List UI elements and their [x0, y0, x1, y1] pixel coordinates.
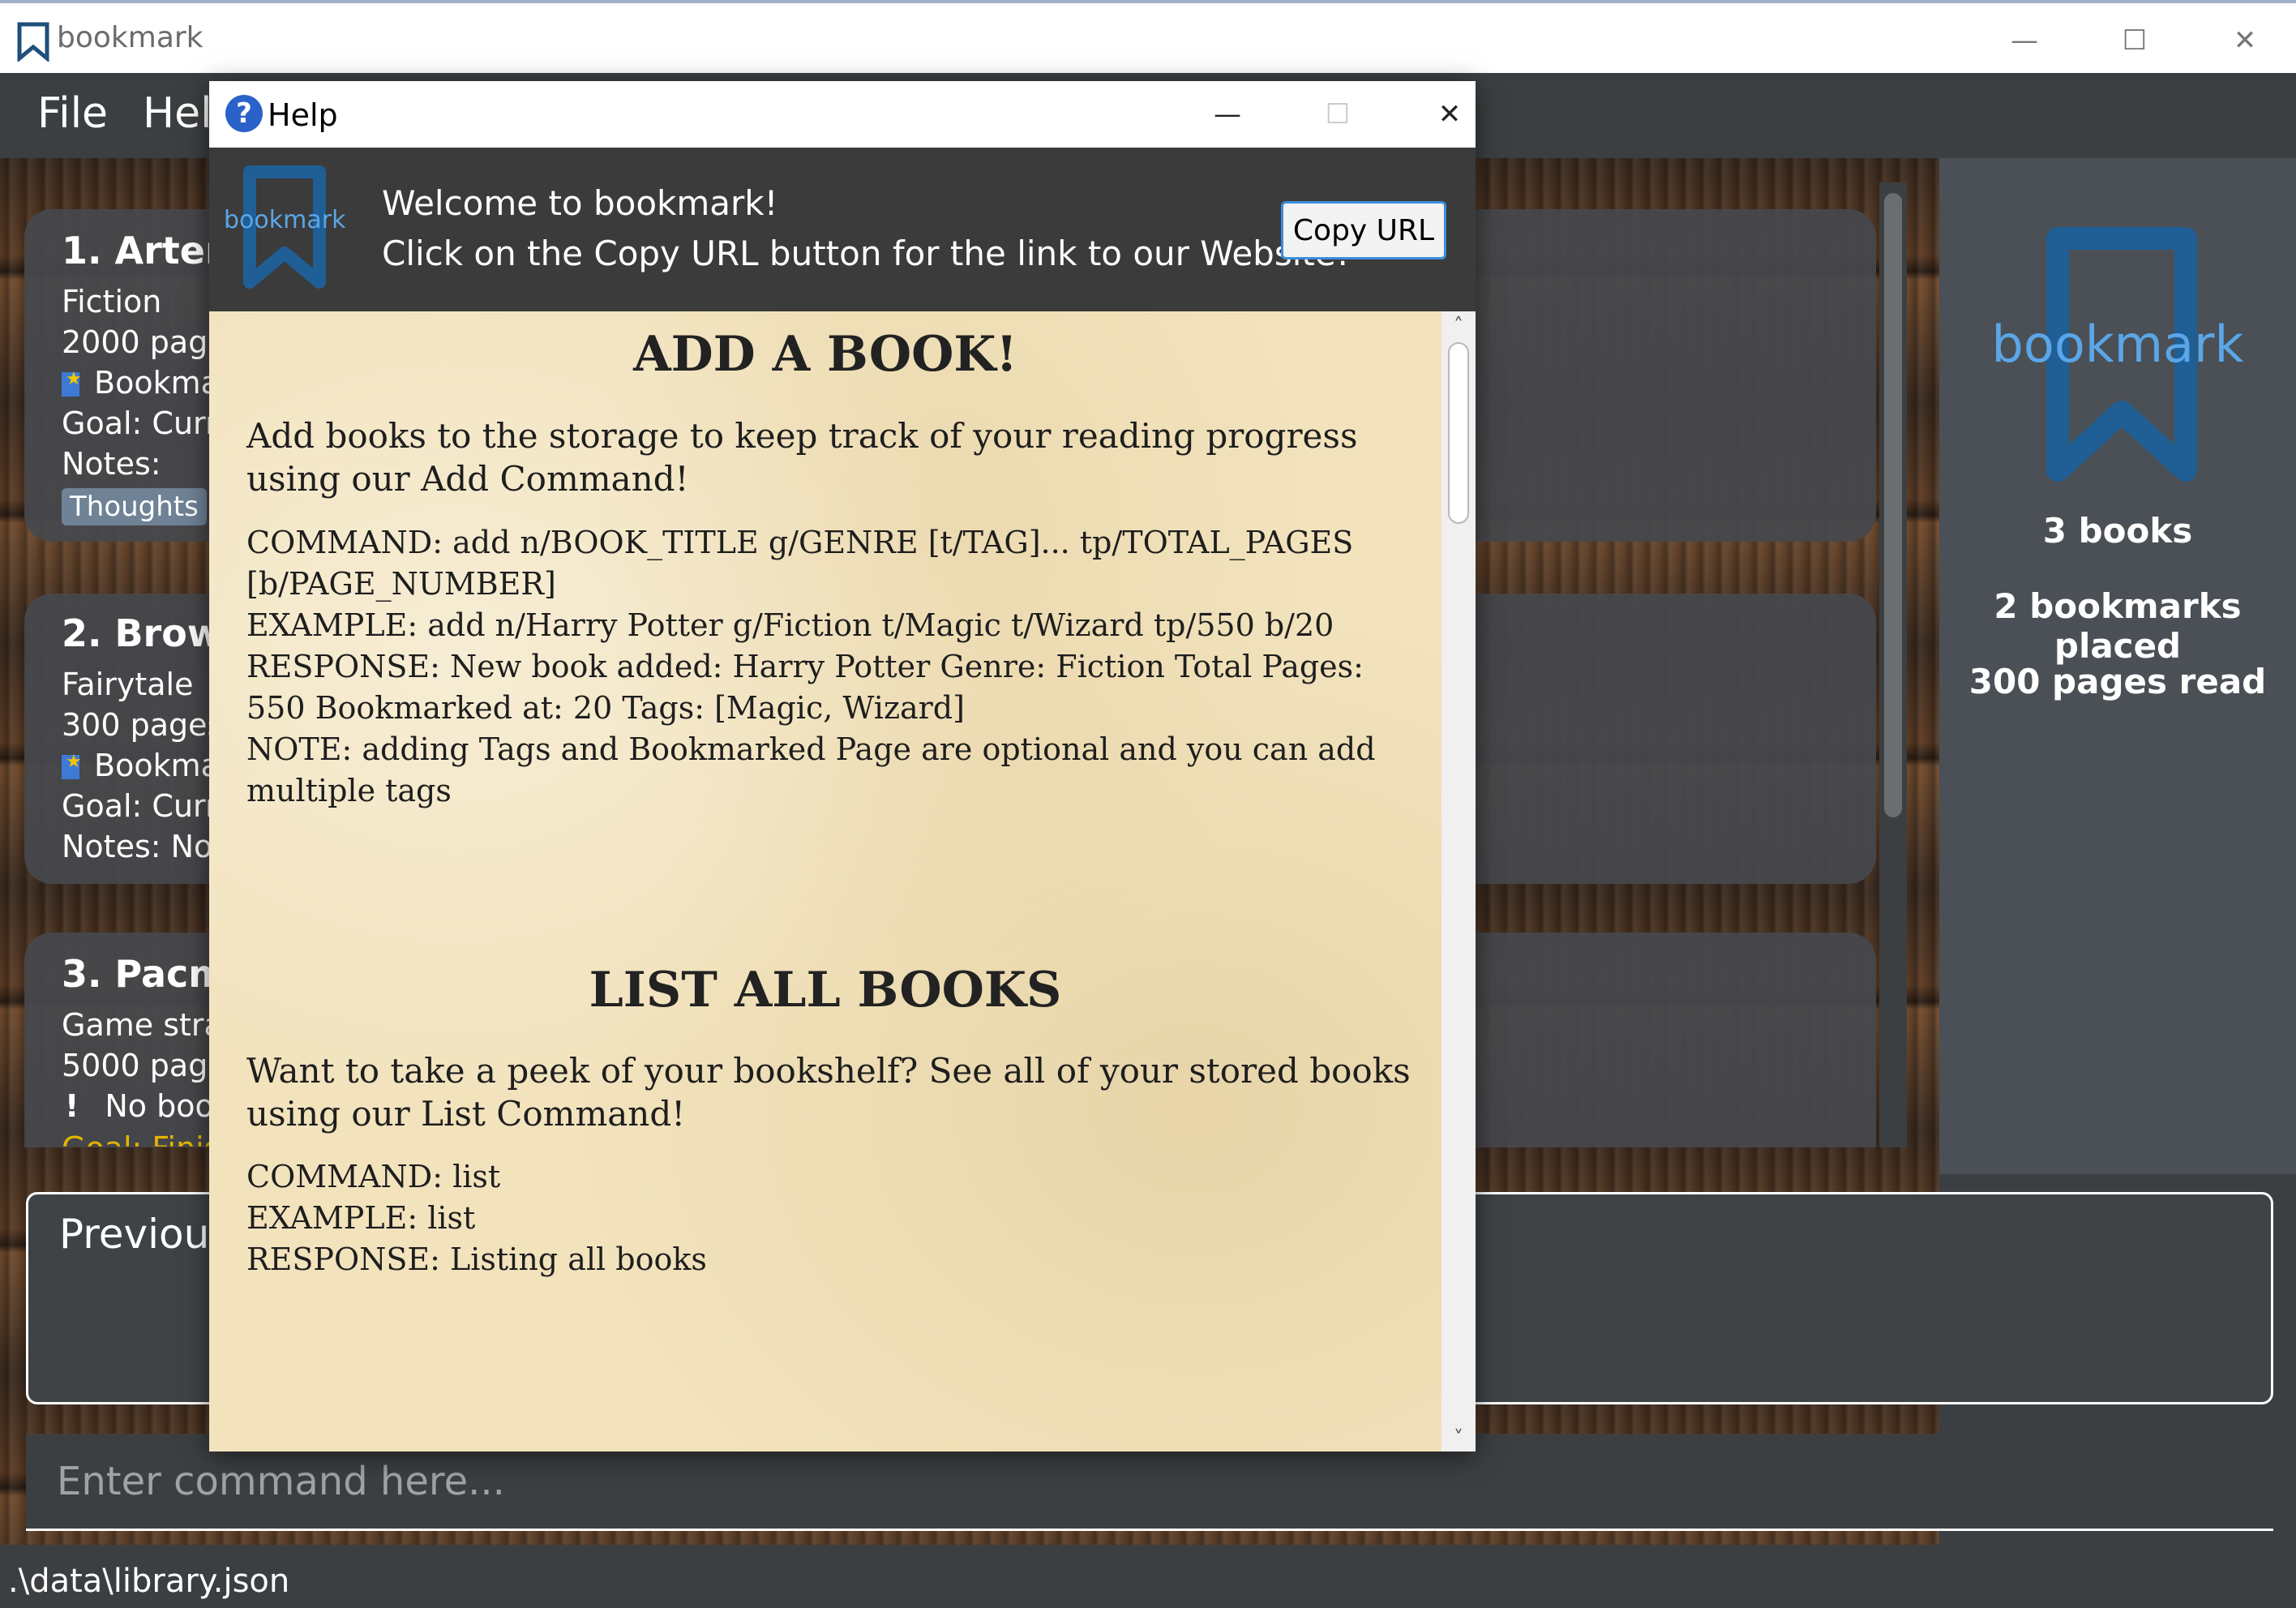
help-titlebar: ? Help — ☐ ✕ — [209, 81, 1476, 148]
bookmark-app-icon — [17, 22, 49, 62]
copy-url-button[interactable]: Copy URL — [1281, 201, 1446, 259]
book-tag: Thoughts — [62, 488, 207, 525]
help-minimize-button[interactable]: — — [1195, 92, 1260, 136]
stats-brand-text: bookmark — [1991, 315, 2244, 374]
help-window: ? Help — ☐ ✕ bookmark Welcome to bookmar… — [209, 81, 1476, 1451]
status-bar: .\data\library.json — [0, 1545, 2296, 1608]
book-genre: Fiction — [62, 284, 162, 319]
help-question-icon: ? — [225, 95, 263, 132]
window-maximize-button[interactable]: ☐ — [2098, 18, 2171, 63]
section-description: Want to take a peek of your bookshelf? S… — [246, 1051, 1411, 1134]
scroll-down-arrow-icon[interactable]: ˅ — [1441, 1424, 1476, 1451]
window-title: bookmark — [57, 21, 203, 54]
book-list-scroll-thumb[interactable] — [1884, 193, 1902, 817]
help-window-title: Help — [268, 97, 338, 133]
stat-bookmarks-placed: 2 bookmarks placed — [1994, 586, 2242, 666]
menu-file[interactable]: File — [37, 89, 108, 138]
result-text: Previous — [59, 1211, 231, 1258]
scroll-up-arrow-icon[interactable]: ˄ — [1441, 311, 1476, 339]
welcome-instruction: Click on the Copy URL button for the lin… — [382, 234, 1350, 273]
command-response: RESPONSE: Listing all books — [246, 1241, 707, 1277]
help-maximize-button[interactable]: ☐ — [1305, 92, 1370, 136]
storage-file-path: .\data\library.json — [8, 1563, 290, 1600]
command-note: NOTE: adding Tags and Bookmarked Page ar… — [246, 731, 1376, 808]
window-minimize-button[interactable]: — — [1988, 18, 2061, 63]
stat-pages-read: 300 pages read — [1968, 662, 2267, 701]
section-description: Add books to the storage to keep track o… — [246, 416, 1358, 499]
window-titlebar: bookmark — ☐ ✕ — [0, 0, 2296, 73]
help-scroll-thumb[interactable] — [1448, 342, 1469, 524]
help-content[interactable]: ADD A BOOK! Add books to the storage to … — [209, 311, 1441, 1451]
help-logo-text: bookmark — [224, 206, 346, 234]
stat-book-count: 3 books — [2042, 511, 2193, 551]
section-heading: ADD A BOOK! — [633, 326, 1017, 383]
bookmark-star-icon — [62, 752, 82, 779]
window-close-button[interactable]: ✕ — [2208, 18, 2281, 63]
command-response: RESPONSE: New book added: Harry Potter G… — [246, 649, 1364, 726]
book-notes: Notes: — [62, 446, 161, 482]
section-heading: LIST ALL BOOKS — [589, 962, 1062, 1018]
command-format: COMMAND: list — [246, 1159, 501, 1194]
help-header: bookmark Welcome to bookmark! Click on t… — [209, 148, 1476, 311]
help-close-button[interactable]: ✕ — [1417, 92, 1482, 136]
bookmark-star-icon — [62, 369, 82, 397]
command-example: EXAMPLE: add n/Harry Potter g/Fiction t/… — [246, 607, 1334, 643]
book-genre: Fairytale — [62, 667, 194, 702]
command-format: COMMAND: add n/BOOK_TITLE g/GENRE [t/TAG… — [246, 525, 1354, 602]
book-notes: Notes: No — [62, 829, 213, 864]
book-pages: 300 pages — [62, 707, 224, 743]
welcome-message: Welcome to bookmark! — [382, 183, 778, 223]
no-bookmark-icon: ! — [65, 1088, 79, 1124]
command-example: EXAMPLE: list — [246, 1200, 476, 1236]
